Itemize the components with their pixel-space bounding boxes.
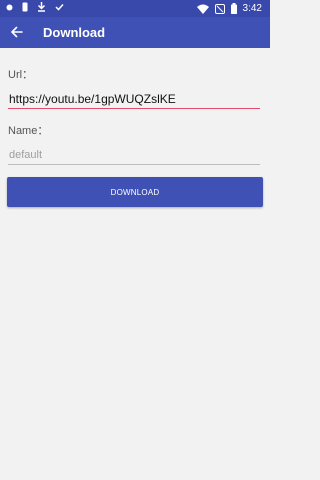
- mute-icon: [214, 3, 225, 14]
- name-input[interactable]: default: [8, 145, 260, 165]
- back-button[interactable]: [6, 21, 28, 43]
- check-icon: [55, 3, 64, 11]
- download-button[interactable]: DOWNLOAD: [7, 177, 263, 207]
- name-label: Name：: [8, 125, 49, 137]
- status-left-icons: [6, 2, 64, 12]
- sim-icon: [22, 2, 28, 12]
- status-right-icons: 3:42: [196, 2, 262, 15]
- dot-icon: [6, 4, 13, 10]
- app-bar: Download: [0, 17, 270, 48]
- wifi-icon: [196, 4, 209, 14]
- status-bar: 3:42: [0, 0, 270, 17]
- status-time: 3:42: [242, 3, 262, 14]
- battery-icon: [230, 3, 237, 14]
- url-input[interactable]: https://youtu.be/1gpWUQZslKE: [8, 89, 260, 109]
- back-arrow-icon: [11, 26, 23, 38]
- download-icon: [37, 2, 46, 12]
- page-title: Download: [43, 25, 106, 40]
- url-label: Url：: [8, 69, 34, 81]
